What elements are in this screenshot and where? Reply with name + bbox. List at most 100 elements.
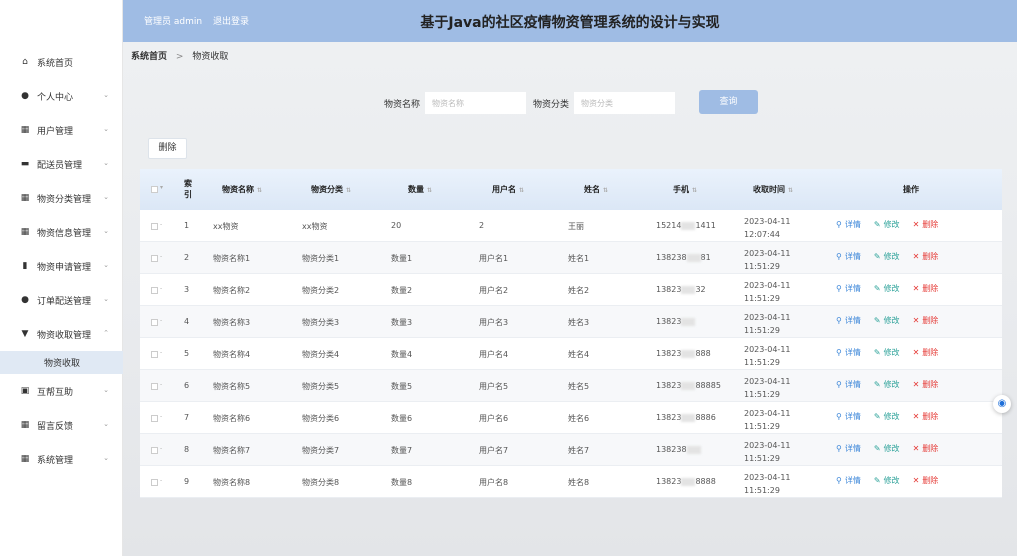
sidebar-item-label: 互帮互助 — [37, 387, 74, 398]
sidebar-item[interactable]: ▼ 物资收取管理 ⌃ — [0, 317, 123, 351]
cell-time: 2023-04-11 11:51:29 — [744, 345, 791, 367]
detail-button[interactable]: ⚲ 详情 — [836, 315, 861, 326]
detail-button[interactable]: ⚲ 详情 — [836, 475, 861, 486]
sidebar-item[interactable]: ▦ 物资信息管理 ⌄ — [0, 215, 123, 249]
row-checkbox[interactable] — [151, 287, 158, 294]
breadcrumb: 系统首页 > 物资收取 — [131, 49, 228, 62]
query-button[interactable]: 查询 — [699, 90, 758, 114]
sidebar-item[interactable]: ▮ 物资申请管理 ⌄ — [0, 249, 123, 283]
edit-button[interactable]: ✎ 修改 — [874, 443, 900, 454]
edit-button[interactable]: ✎ 修改 — [874, 251, 900, 262]
header-category[interactable]: 物资分类 ⇅ — [311, 184, 351, 195]
row-dropdown-icon[interactable]: - — [160, 317, 162, 324]
batch-delete-button[interactable]: 删除 — [148, 138, 187, 159]
row-checkbox[interactable] — [151, 479, 158, 486]
delete-button[interactable]: ✕ 删除 — [913, 443, 939, 454]
row-dropdown-icon[interactable]: - — [160, 381, 162, 388]
cell-time: 2023-04-11 11:51:29 — [744, 377, 791, 399]
detail-button[interactable]: ⚲ 详情 — [836, 411, 861, 422]
table-row[interactable]: - 1 xx物资 xx物资 20 2 王丽 15214 1411 2023-04-11 12:07… — [140, 210, 1002, 242]
sidebar-subitem-active[interactable]: 物资收取 — [0, 351, 123, 374]
row-dropdown-icon[interactable]: - — [160, 285, 162, 292]
row-checkbox[interactable] — [151, 415, 158, 422]
row-checkbox[interactable] — [151, 223, 158, 230]
detail-button[interactable]: ⚲ 详情 — [836, 443, 861, 454]
name-search-input[interactable] — [425, 92, 527, 114]
row-dropdown-icon[interactable]: - — [160, 413, 162, 420]
edit-button[interactable]: ✎ 修改 — [874, 347, 900, 358]
floating-assistant-icon[interactable]: ◉ — [993, 395, 1011, 413]
sidebar-item[interactable]: ● 个人中心 ⌄ — [0, 79, 123, 113]
header-name[interactable]: 物资名称 ⇅ — [222, 184, 262, 195]
sidebar-item[interactable]: ⌂ 系统首页 — [0, 45, 123, 79]
header-time[interactable]: 收取时间 ⇅ — [753, 184, 793, 195]
row-checkbox[interactable] — [151, 319, 158, 326]
row-dropdown-icon[interactable]: - — [160, 253, 162, 260]
grid-icon: ▦ — [20, 193, 30, 203]
search-icon: ⚲ — [836, 284, 842, 293]
detail-button[interactable]: ⚲ 详情 — [836, 283, 861, 294]
detail-button[interactable]: ⚲ 详情 — [836, 347, 861, 358]
header-index[interactable]: 索引 — [184, 178, 194, 200]
table-row[interactable]: - 5 物资名称4 物资分类4 数量4 用户名4 姓名4 13823 888 2023-04-11… — [140, 338, 1002, 370]
edit-button[interactable]: ✎ 修改 — [874, 411, 900, 422]
header-quantity[interactable]: 数量 ⇅ — [408, 184, 432, 195]
sort-icon[interactable]: ⇅ — [427, 187, 432, 194]
sidebar-item-label: 配送员管理 — [37, 160, 83, 171]
edit-button[interactable]: ✎ 修改 — [874, 219, 900, 230]
edit-button[interactable]: ✎ 修改 — [874, 475, 900, 486]
home-icon: ⌂ — [22, 57, 28, 67]
edit-button[interactable]: ✎ 修改 — [874, 379, 900, 390]
detail-button[interactable]: ⚲ 详情 — [836, 251, 861, 262]
delete-button[interactable]: ✕ 删除 — [913, 251, 939, 262]
sort-icon[interactable]: ⇅ — [603, 187, 608, 194]
row-checkbox[interactable] — [151, 383, 158, 390]
header-username[interactable]: 用户名 ⇅ — [492, 184, 524, 195]
sort-icon[interactable]: ⇅ — [788, 187, 793, 194]
row-dropdown-icon[interactable]: - — [160, 445, 162, 452]
sidebar-item[interactable]: ▬ 配送员管理 ⌄ — [0, 147, 123, 181]
sidebar-item[interactable]: ▦ 留言反馈 ⌄ — [0, 408, 123, 442]
table-row[interactable]: - 7 物资名称6 物资分类6 数量6 用户名6 姓名6 13823 8886 2023-04-1… — [140, 402, 1002, 434]
detail-button[interactable]: ⚲ 详情 — [836, 219, 861, 230]
row-dropdown-icon[interactable]: - — [160, 477, 162, 484]
row-checkbox[interactable] — [151, 447, 158, 454]
delete-button[interactable]: ✕ 删除 — [913, 347, 939, 358]
sidebar-item[interactable]: ▣ 互帮互助 ⌄ — [0, 374, 123, 408]
delete-button[interactable]: ✕ 删除 — [913, 411, 939, 422]
category-search-input[interactable] — [574, 92, 676, 114]
monitor-icon: ▬ — [20, 159, 30, 169]
sidebar-item[interactable]: ▦ 物资分类管理 ⌄ — [0, 181, 123, 215]
table-row[interactable]: - 9 物资名称8 物资分类8 数量8 用户名8 姓名8 13823 8888 2023-04-1… — [140, 466, 1002, 498]
sort-icon[interactable]: ⇅ — [692, 187, 697, 194]
row-checkbox[interactable] — [151, 255, 158, 262]
breadcrumb-home[interactable]: 系统首页 — [131, 52, 167, 62]
delete-button[interactable]: ✕ 删除 — [913, 315, 939, 326]
sidebar-item[interactable]: ● 订单配送管理 ⌄ — [0, 283, 123, 317]
row-dropdown-icon[interactable]: - — [160, 221, 162, 228]
row-checkbox[interactable] — [151, 351, 158, 358]
delete-button[interactable]: ✕ 删除 — [913, 379, 939, 390]
edit-button[interactable]: ✎ 修改 — [874, 315, 900, 326]
delete-button[interactable]: ✕ 删除 — [913, 475, 939, 486]
sort-icon[interactable]: ⇅ — [519, 187, 524, 194]
sidebar-item[interactable]: ▦ 系统管理 ⌄ — [0, 442, 123, 476]
row-dropdown-icon[interactable]: - — [160, 349, 162, 356]
header-phone[interactable]: 手机 ⇅ — [673, 184, 697, 195]
sort-icon[interactable]: ⇅ — [346, 187, 351, 194]
select-all-checkbox[interactable] — [151, 186, 158, 193]
cell-realname: 姓名6 — [568, 414, 590, 423]
table-row[interactable]: - 4 物资名称3 物资分类3 数量3 用户名3 姓名3 13823 2023-04-11 11… — [140, 306, 1002, 338]
detail-button[interactable]: ⚲ 详情 — [836, 379, 861, 390]
table-row[interactable]: - 8 物资名称7 物资分类7 数量7 用户名7 姓名7 138238 2023-04-11 1… — [140, 434, 1002, 466]
sort-icon[interactable]: ⇅ — [257, 187, 262, 194]
select-all-dropdown-icon[interactable]: ▾ — [160, 184, 163, 191]
delete-button[interactable]: ✕ 删除 — [913, 283, 939, 294]
sidebar-item[interactable]: ▦ 用户管理 ⌄ — [0, 113, 123, 147]
table-row[interactable]: - 2 物资名称1 物资分类1 数量1 用户名1 姓名1 138238 81 2023-04-11… — [140, 242, 1002, 274]
table-row[interactable]: - 3 物资名称2 物资分类2 数量2 用户名2 姓名2 13823 32 2023-04-11 … — [140, 274, 1002, 306]
table-row[interactable]: - 6 物资名称5 物资分类5 数量5 用户名5 姓名5 13823 88885 2023-04-… — [140, 370, 1002, 402]
header-realname[interactable]: 姓名 ⇅ — [584, 184, 608, 195]
edit-button[interactable]: ✎ 修改 — [874, 283, 900, 294]
delete-button[interactable]: ✕ 删除 — [913, 219, 939, 230]
